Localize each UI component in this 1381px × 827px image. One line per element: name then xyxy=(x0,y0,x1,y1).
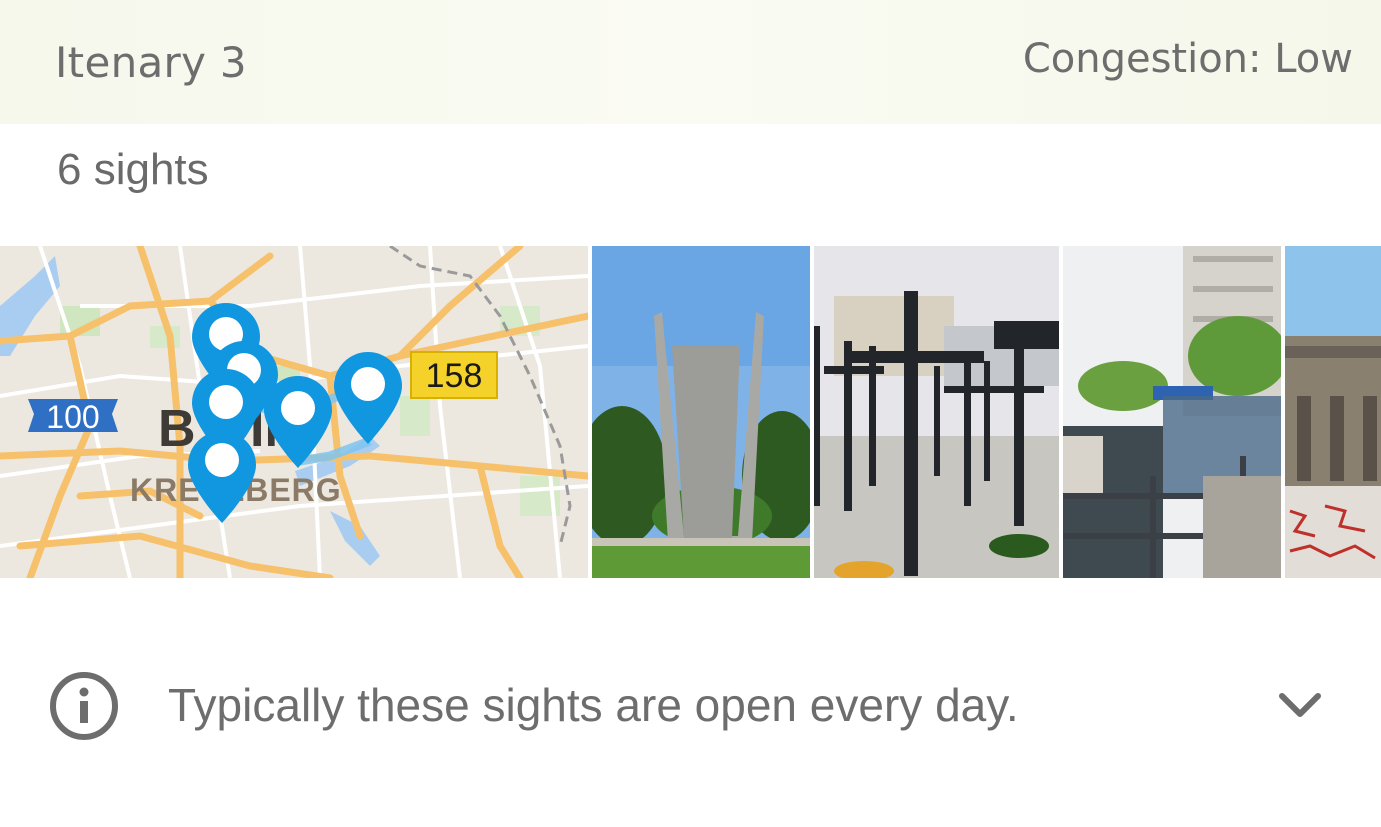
map-city-label: B xyxy=(158,400,196,458)
sight-photo-crosses-memorial[interactable] xyxy=(814,246,1059,578)
sight-photo-riverside-pier[interactable] xyxy=(1063,246,1281,578)
sight-photo-brandenburg-gate-wall[interactable] xyxy=(1285,246,1381,578)
route-map[interactable]: B IN KREUZBERG 100 158 xyxy=(0,246,588,578)
highway-shield: 100 xyxy=(28,399,118,435)
svg-text:158: 158 xyxy=(426,357,483,395)
itinerary-header: Itenary 3 Congestion: Low xyxy=(0,0,1381,124)
opening-hours-row[interactable]: Typically these sights are open every da… xyxy=(0,640,1381,780)
route-shield: 158 xyxy=(410,351,498,399)
info-icon xyxy=(50,672,118,740)
congestion-status: Congestion: Low xyxy=(1022,36,1353,82)
itinerary-title: Itenary 3 xyxy=(55,38,247,87)
sights-strip[interactable]: B IN KREUZBERG 100 158 xyxy=(0,246,1381,578)
svg-text:100: 100 xyxy=(46,399,99,435)
chevron-down-icon[interactable] xyxy=(1274,686,1326,726)
opening-hours-text: Typically these sights are open every da… xyxy=(168,679,1019,731)
sight-count: 6 sights xyxy=(57,145,209,194)
sight-photo-airlift-memorial[interactable] xyxy=(592,246,810,578)
